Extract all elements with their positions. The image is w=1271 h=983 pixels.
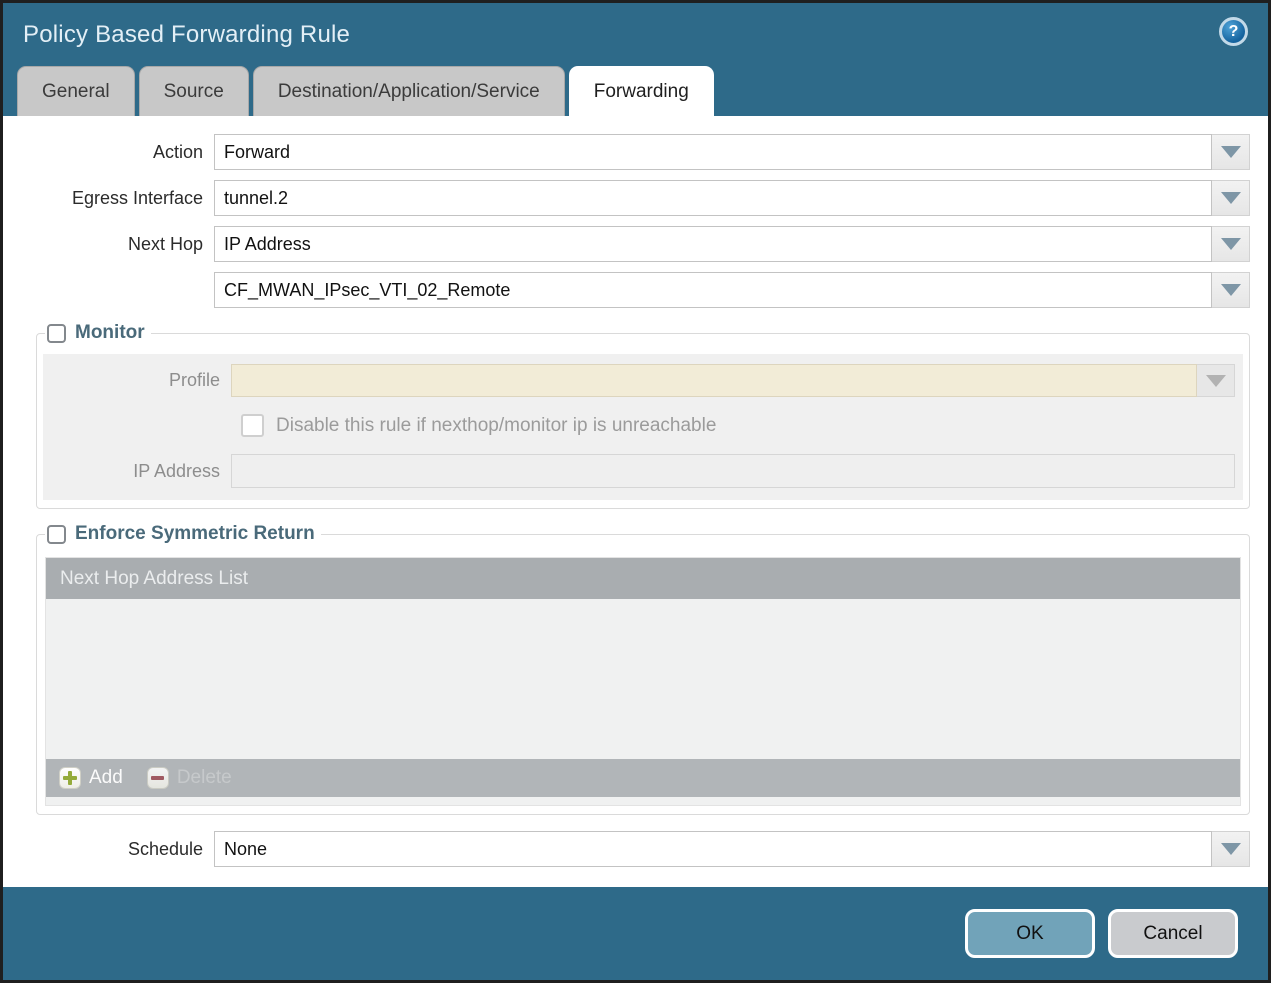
schedule-select[interactable]: None (214, 831, 1212, 867)
profile-row: Profile (43, 364, 1235, 397)
chevron-down-icon (1221, 284, 1241, 296)
monitor-ip-address-row: IP Address (43, 454, 1235, 488)
chevron-down-icon (1221, 192, 1241, 204)
enforce-symmetric-return-label: Enforce Symmetric Return (75, 523, 315, 545)
action-select[interactable]: Forward (214, 134, 1212, 170)
plus-icon (59, 767, 81, 789)
schedule-label: Schedule (24, 839, 214, 860)
dialog-title: Policy Based Forwarding Rule (23, 21, 350, 49)
next-hop-address-row: CF_MWAN_IPsec_VTI_02_Remote (24, 272, 1250, 308)
next-hop-address-dropdown-button[interactable] (1212, 272, 1250, 308)
chevron-down-icon (1206, 375, 1226, 387)
egress-interface-dropdown-button[interactable] (1212, 180, 1250, 216)
action-dropdown-button[interactable] (1212, 134, 1250, 170)
next-hop-type-select[interactable]: IP Address (214, 226, 1212, 262)
monitor-ip-address-label: IP Address (43, 461, 231, 482)
add-button-label: Add (89, 767, 123, 789)
chevron-down-icon (1221, 146, 1241, 158)
next-hop-type-dropdown-button[interactable] (1212, 226, 1250, 262)
egress-interface-row: Egress Interface tunnel.2 (24, 180, 1250, 216)
tab-source[interactable]: Source (139, 66, 249, 116)
egress-interface-label: Egress Interface (24, 188, 214, 209)
schedule-row: Schedule None (24, 831, 1250, 867)
disable-rule-label: Disable this rule if nexthop/monitor ip … (276, 415, 716, 437)
next-hop-table-toolbar: Add Delete (46, 759, 1240, 797)
monitor-section-label: Monitor (75, 322, 145, 344)
action-label: Action (24, 142, 214, 163)
next-hop-row: Next Hop IP Address (24, 226, 1250, 262)
next-hop-address-list-body[interactable] (46, 599, 1240, 759)
ok-button[interactable]: OK (965, 909, 1095, 958)
dialog-footer: OK Cancel (3, 887, 1268, 980)
schedule-dropdown-button[interactable] (1212, 831, 1250, 867)
next-hop-address-select[interactable]: CF_MWAN_IPsec_VTI_02_Remote (214, 272, 1212, 308)
tab-destination-application-service[interactable]: Destination/Application/Service (253, 66, 565, 116)
help-icon[interactable]: ? (1219, 17, 1248, 46)
monitor-section: Monitor Profile Disable this rule if nex… (36, 322, 1250, 509)
enforce-symmetric-return-section: Enforce Symmetric Return Next Hop Addres… (36, 523, 1250, 815)
delete-button[interactable]: Delete (147, 767, 232, 789)
next-hop-label: Next Hop (24, 234, 214, 255)
tab-general[interactable]: General (17, 66, 135, 116)
minus-icon (147, 767, 169, 789)
chevron-down-icon (1221, 843, 1241, 855)
action-row: Action Forward (24, 134, 1250, 170)
policy-based-forwarding-dialog: Policy Based Forwarding Rule ? General S… (0, 0, 1271, 983)
egress-interface-select[interactable]: tunnel.2 (214, 180, 1212, 216)
add-button[interactable]: Add (59, 767, 123, 789)
profile-dropdown-button[interactable] (1197, 364, 1235, 397)
tab-forwarding[interactable]: Forwarding (569, 66, 714, 116)
profile-select[interactable] (231, 364, 1197, 397)
chevron-down-icon (1221, 238, 1241, 250)
enforce-symmetric-return-checkbox[interactable] (47, 525, 66, 544)
disable-rule-row: Disable this rule if nexthop/monitor ip … (241, 414, 1235, 437)
forwarding-tab-content: Action Forward Egress Interface tunnel.2… (3, 116, 1268, 887)
next-hop-address-list-header: Next Hop Address List (46, 558, 1240, 599)
monitor-checkbox[interactable] (47, 324, 66, 343)
next-hop-address-table: Next Hop Address List Add Delete (45, 557, 1241, 806)
dialog-titlebar: Policy Based Forwarding Rule ? (3, 3, 1268, 66)
delete-button-label: Delete (177, 767, 232, 789)
disable-rule-checkbox[interactable] (241, 414, 264, 437)
cancel-button[interactable]: Cancel (1108, 909, 1238, 958)
tab-bar: General Source Destination/Application/S… (3, 66, 1268, 116)
profile-label: Profile (43, 370, 231, 391)
monitor-ip-address-input[interactable] (231, 454, 1235, 488)
monitor-panel: Profile Disable this rule if nexthop/mon… (43, 354, 1243, 500)
